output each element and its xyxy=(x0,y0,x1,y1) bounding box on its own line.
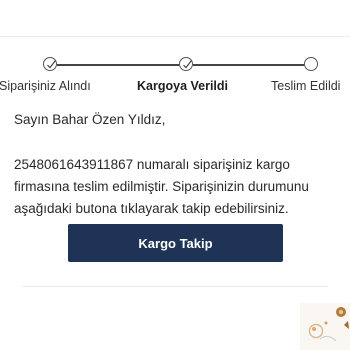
greeting-text: Sayın Bahar Özen Yıldız, xyxy=(14,112,166,127)
cargo-track-button[interactable]: Kargo Takip xyxy=(68,224,283,262)
check-circle-icon xyxy=(43,57,57,71)
message-line-2: firmasına teslim edilmiştir. Siparişiniz… xyxy=(14,179,309,194)
order-shipped-email: Siparişiniz Alındı Kargoya Verildi Tesli… xyxy=(0,0,350,350)
top-divider xyxy=(0,36,350,37)
check-circle-icon xyxy=(179,57,193,71)
step-label-shipped: Kargoya Verildi xyxy=(137,79,229,93)
step-connector-1 xyxy=(57,64,179,66)
message-line-1: 2548061643911867 numaralı siparişiniz ka… xyxy=(14,157,290,172)
product-thumbnail xyxy=(300,303,350,350)
message-line-3: aşağıdaki butona tıklayarak takip edebil… xyxy=(14,201,289,216)
step-connector-2 xyxy=(193,64,304,66)
bottom-divider xyxy=(22,286,328,287)
empty-circle-icon xyxy=(304,57,318,71)
order-progress-stepper: Siparişiniz Alındı Kargoya Verildi Tesli… xyxy=(0,56,350,96)
step-label-order-received: Siparişiniz Alındı xyxy=(0,79,91,93)
step-label-delivered: Teslim Edildi xyxy=(271,79,341,93)
shipping-message: 2548061643911867 numaralı siparişiniz ka… xyxy=(14,154,344,220)
